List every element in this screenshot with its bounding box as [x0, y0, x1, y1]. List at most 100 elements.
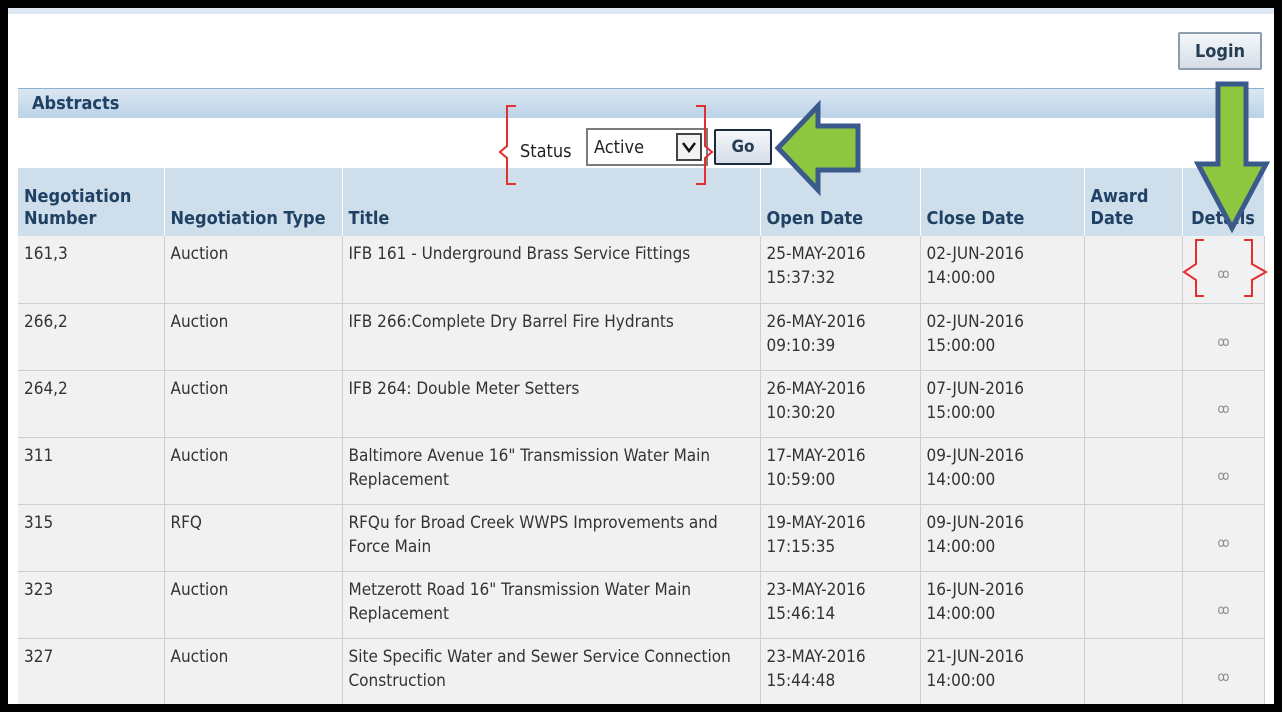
open-time: 10:30:20 — [766, 402, 836, 423]
cell-open-date: 26-MAY-2016 09:10:39 — [760, 303, 921, 371]
table-row: 315 RFQ RFQu for Broad Creek WWPS Improv… — [18, 504, 1265, 572]
cell-title: IFB 161 - Underground Brass Service Fitt… — [342, 236, 761, 304]
col-header-details: Details — [1182, 168, 1265, 236]
table-row: 264,2 Auction IFB 264: Double Meter Sett… — [18, 370, 1265, 438]
cell-number: 323 — [18, 571, 165, 639]
login-button[interactable]: Login — [1178, 32, 1262, 70]
table-row: 266,2 Auction IFB 266:Complete Dry Barre… — [18, 303, 1265, 371]
open-time: 15:37:32 — [766, 268, 836, 288]
close-date: 16-JUN-2016 — [926, 579, 1025, 600]
close-time: 14:00:00 — [926, 268, 996, 288]
cell-award-date — [1084, 370, 1183, 438]
open-date: 26-MAY-2016 — [766, 378, 866, 399]
go-button[interactable]: Go — [714, 129, 772, 165]
glasses-icon[interactable]: ꝏ — [1218, 402, 1230, 417]
cell-type: Auction — [164, 303, 343, 371]
cell-type: Auction — [164, 571, 343, 639]
cell-award-date — [1084, 437, 1183, 505]
col-header-type[interactable]: Negotiation Type — [164, 168, 343, 236]
chevron-down-icon[interactable] — [676, 133, 702, 161]
cell-details: ꝏ — [1182, 236, 1265, 304]
cell-number: 311 — [18, 437, 165, 505]
cell-open-date: 25-MAY-2016 15:37:32 — [760, 236, 921, 304]
glasses-icon[interactable]: ꝏ — [1218, 670, 1230, 685]
cell-close-date: 16-JUN-2016 14:00:00 — [920, 571, 1085, 639]
cell-award-date — [1084, 571, 1183, 639]
open-date: 19-MAY-2016 — [766, 512, 866, 533]
cell-type: Auction — [164, 638, 343, 704]
open-time: 15:46:14 — [766, 603, 836, 624]
section-header: Abstracts — [18, 88, 1264, 118]
cell-close-date: 09-JUN-2016 14:00:00 — [920, 504, 1085, 572]
status-value: Active — [594, 136, 645, 158]
cell-title: IFB 264: Double Meter Setters — [342, 370, 761, 438]
close-date: 09-JUN-2016 — [926, 445, 1025, 466]
glasses-icon[interactable]: ꝏ — [1218, 603, 1230, 618]
glasses-icon[interactable]: ꝏ — [1218, 267, 1230, 282]
close-date: 09-JUN-2016 — [926, 512, 1025, 533]
cell-title: Baltimore Avenue 16" Transmission Water … — [342, 437, 761, 505]
cell-open-date: 17-MAY-2016 10:59:00 — [760, 437, 921, 505]
cell-number: 266,2 — [18, 303, 165, 371]
close-time: 14:00:00 — [926, 603, 996, 624]
open-time: 10:59:00 — [766, 469, 836, 490]
cell-number: 161,3 — [18, 236, 165, 304]
cell-award-date — [1084, 236, 1183, 304]
glasses-icon[interactable]: ꝏ — [1218, 536, 1230, 551]
cell-type: RFQ — [164, 504, 343, 572]
open-date: 17-MAY-2016 — [766, 445, 866, 466]
cell-title: IFB 266:Complete Dry Barrel Fire Hydrant… — [342, 303, 761, 371]
cell-open-date: 23-MAY-2016 15:44:48 — [760, 638, 921, 704]
close-date: 07-JUN-2016 — [926, 378, 1025, 399]
top-divider — [8, 8, 1274, 14]
cell-details: ꝏ — [1182, 638, 1265, 704]
cell-title: Site Specific Water and Sewer Service Co… — [342, 638, 761, 704]
cell-close-date: 07-JUN-2016 15:00:00 — [920, 370, 1085, 438]
section-title: Abstracts — [32, 93, 120, 114]
open-date: 23-MAY-2016 — [766, 646, 866, 667]
cell-details: ꝏ — [1182, 504, 1265, 572]
close-time: 15:00:00 — [926, 402, 996, 423]
col-header-title[interactable]: Title — [342, 168, 761, 236]
open-time: 17:15:35 — [766, 536, 836, 557]
close-date: 02-JUN-2016 — [926, 311, 1025, 332]
open-date: 26-MAY-2016 — [766, 311, 866, 332]
close-time: 15:00:00 — [926, 335, 996, 356]
cell-type: Auction — [164, 236, 343, 304]
cell-details: ꝏ — [1182, 571, 1265, 639]
cell-details: ꝏ — [1182, 437, 1265, 505]
cell-number: 327 — [18, 638, 165, 704]
close-date: 02-JUN-2016 — [926, 244, 1025, 264]
col-header-close-date[interactable]: Close Date — [920, 168, 1085, 236]
cell-type: Auction — [164, 437, 343, 505]
cell-number: 315 — [18, 504, 165, 572]
status-label: Status — [520, 141, 572, 162]
page: Login Abstracts Status Active Go Negotia… — [8, 8, 1274, 704]
cell-close-date: 02-JUN-2016 15:00:00 — [920, 303, 1085, 371]
cell-close-date: 09-JUN-2016 14:00:00 — [920, 437, 1085, 505]
cell-open-date: 26-MAY-2016 10:30:20 — [760, 370, 921, 438]
col-header-award-date: Award Date — [1084, 168, 1183, 236]
cell-title: Metzerott Road 16" Transmission Water Ma… — [342, 571, 761, 639]
table-row: 327 Auction Site Specific Water and Sewe… — [18, 638, 1265, 704]
cell-award-date — [1084, 303, 1183, 371]
table-header-row: Negotiation Number Negotiation Type Titl… — [18, 168, 1265, 236]
glasses-icon[interactable]: ꝏ — [1218, 335, 1230, 350]
col-header-number[interactable]: Negotiation Number — [18, 168, 165, 236]
open-time: 15:44:48 — [766, 670, 836, 691]
glasses-icon[interactable]: ꝏ — [1218, 469, 1230, 484]
close-time: 14:00:00 — [926, 469, 996, 490]
cell-award-date — [1084, 638, 1183, 704]
close-time: 14:00:00 — [926, 536, 996, 557]
cell-open-date: 19-MAY-2016 17:15:35 — [760, 504, 921, 572]
cell-number: 264,2 — [18, 370, 165, 438]
cell-award-date — [1084, 504, 1183, 572]
cell-type: Auction — [164, 370, 343, 438]
table-row: 323 Auction Metzerott Road 16" Transmiss… — [18, 571, 1265, 639]
col-header-open-date[interactable]: Open Date — [760, 168, 921, 236]
open-time: 09:10:39 — [766, 335, 836, 356]
cell-details: ꝏ — [1182, 303, 1265, 371]
table-row: 311 Auction Baltimore Avenue 16" Transmi… — [18, 437, 1265, 505]
status-select[interactable]: Active — [586, 128, 708, 166]
open-date: 23-MAY-2016 — [766, 579, 866, 600]
